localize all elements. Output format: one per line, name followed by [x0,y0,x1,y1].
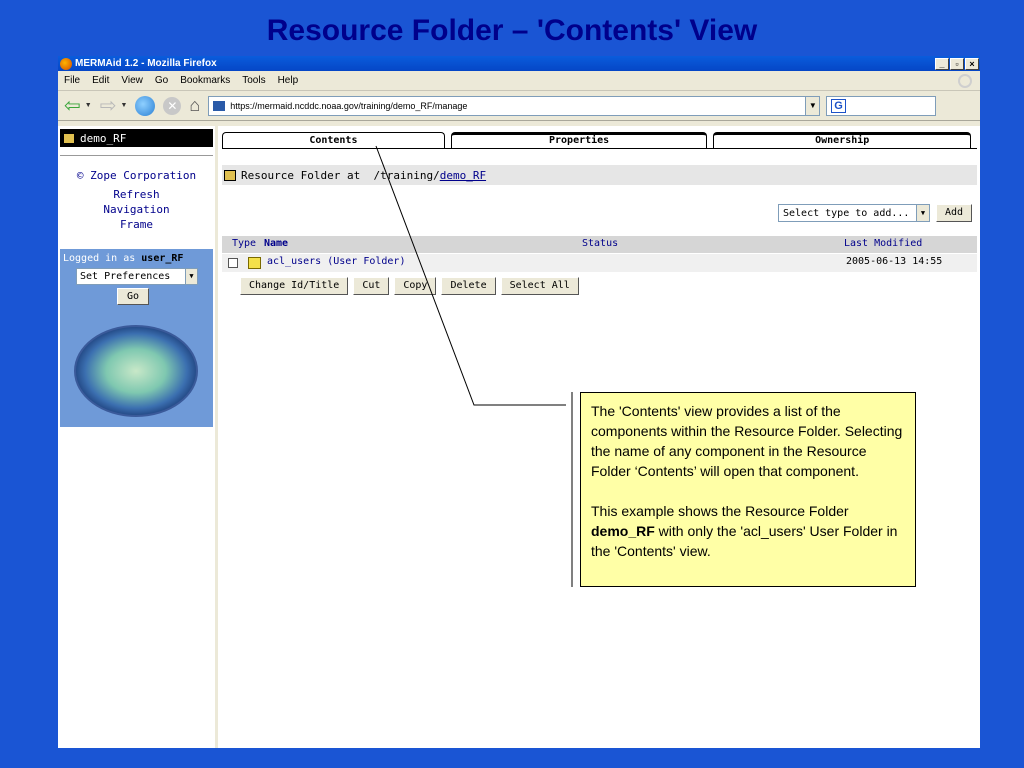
refresh-navigation-link-line1[interactable]: Refresh [60,187,213,202]
address-dropdown-icon[interactable]: ▼ [805,96,820,115]
path-prefix: /training/ [373,168,440,182]
back-arrow-icon[interactable]: ⇦ [64,96,81,116]
tab-contents[interactable]: Contents [222,132,445,148]
menu-tools[interactable]: Tools [242,75,265,86]
search-box[interactable]: G [826,95,937,116]
minimize-button[interactable]: _ [935,57,949,70]
stop-icon[interactable]: ✕ [163,96,182,115]
logged-in-text: Logged in as user_RF [60,249,213,264]
tab-underline [222,148,977,149]
menu-go[interactable]: Go [155,75,168,86]
add-object-row: Select type to add... ▼ Add [778,204,973,222]
reload-icon[interactable] [135,95,156,116]
menu-view[interactable]: View [121,75,143,86]
tab-properties[interactable]: Properties [450,132,708,148]
navigation-frame: demo_RF © Zope Corporation Refresh Navig… [58,126,218,748]
add-type-select-value: Select type to add... [783,207,910,219]
copy-button[interactable]: Copy [394,277,437,295]
change-id-title-button[interactable]: Change Id/Title [240,277,349,295]
row-name-link[interactable]: acl_users (User Folder) [267,256,405,267]
chevron-down-icon[interactable]: ▼ [916,205,929,221]
slide-title: Resource Folder – 'Contents' View [266,14,758,47]
callout-paragraph-2: This example shows the Resource Folder d… [591,503,898,559]
ncddc-seal-logo [74,325,198,417]
zope-corporation-link[interactable]: © Zope Corporation [60,168,213,183]
go-button[interactable]: Go [117,288,149,305]
menu-file[interactable]: File [64,75,80,86]
google-icon[interactable]: G [831,98,846,113]
home-icon[interactable]: ⌂ [189,95,200,116]
callout-paragraph-1: The 'Contents' view provides a list of t… [591,403,903,479]
folder-name[interactable]: demo_RF [80,132,126,145]
tab-bar: Contents Properties Ownership [222,132,977,148]
navigation-toolbar: ⇦ ▼ ⇨ ▼ ✕ ⌂ https://mermaid.ncddc.noaa.g… [58,91,980,121]
path-label: Resource Folder at [241,168,361,182]
back-dropdown-icon[interactable]: ▼ [85,102,92,109]
menu-bookmarks[interactable]: Bookmarks [180,75,230,86]
path-link-demo-rf[interactable]: demo_RF [440,169,486,182]
forward-dropdown-icon[interactable]: ▼ [120,102,127,109]
address-bar[interactable]: https://mermaid.ncddc.noaa.gov/training/… [208,95,821,116]
row-checkbox[interactable] [228,258,238,268]
throbber-icon [958,73,972,88]
site-icon [212,99,227,112]
delete-button[interactable]: Delete [441,277,496,295]
row-last-modified: 2005-06-13 14:55 [846,256,943,267]
close-button[interactable]: × [965,57,979,70]
window-title: MERMAid 1.2 - Mozilla Firefox [75,58,217,69]
table-row: acl_users (User Folder) 2005-06-13 14:55 [222,254,977,272]
cut-button[interactable]: Cut [353,277,390,295]
refresh-navigation-link-line2[interactable]: Navigation [60,202,213,217]
column-name[interactable]: Name [264,238,288,249]
user-folder-icon [248,257,261,269]
column-last-modified[interactable]: Last Modified [844,238,922,249]
divider [60,155,213,156]
menu-edit[interactable]: Edit [92,75,109,86]
breadcrumb: Resource Folder at /training/ demo_RF [222,165,977,185]
resource-folder-icon [224,169,236,181]
refresh-navigation-link-line3[interactable]: Frame [60,217,213,232]
firefox-icon [60,57,72,70]
menu-help[interactable]: Help [278,75,299,86]
chevron-down-icon[interactable]: ▼ [185,269,197,284]
callout-bold-folder: demo_RF [591,523,655,539]
tab-ownership[interactable]: Ownership [713,132,971,148]
user-panel: Logged in as user_RF Set Preferences ▼ G… [60,249,213,427]
select-all-button[interactable]: Select All [500,277,579,295]
add-type-select[interactable]: Select type to add... ▼ [778,204,930,222]
nav-links: © Zope Corporation Refresh Navigation Fr… [60,168,213,232]
folder-icon [63,132,75,144]
username: user_RF [141,253,184,264]
maximize-button[interactable]: ▫ [950,57,964,70]
column-type[interactable]: Type [232,238,256,249]
preferences-select-value: Set Preferences [80,271,171,282]
action-buttons: Change Id/Title Cut Copy Delete Select A… [240,277,584,295]
logged-in-label: Logged in as [63,253,136,264]
address-url[interactable]: https://mermaid.ncddc.noaa.gov/training/… [230,101,805,111]
title-bar: MERMAid 1.2 - Mozilla Firefox _ ▫ × [58,56,980,71]
menu-bar: File Edit View Go Bookmarks Tools Help [58,71,980,91]
callout-note: The 'Contents' view provides a list of t… [580,392,916,587]
preferences-select[interactable]: Set Preferences ▼ [76,268,198,285]
add-button[interactable]: Add [936,204,973,222]
folder-header[interactable]: demo_RF [60,129,213,147]
forward-arrow-icon[interactable]: ⇨ [100,96,117,116]
contents-table-header: Type Name Status Last Modified [222,236,977,253]
column-status[interactable]: Status [582,238,618,249]
